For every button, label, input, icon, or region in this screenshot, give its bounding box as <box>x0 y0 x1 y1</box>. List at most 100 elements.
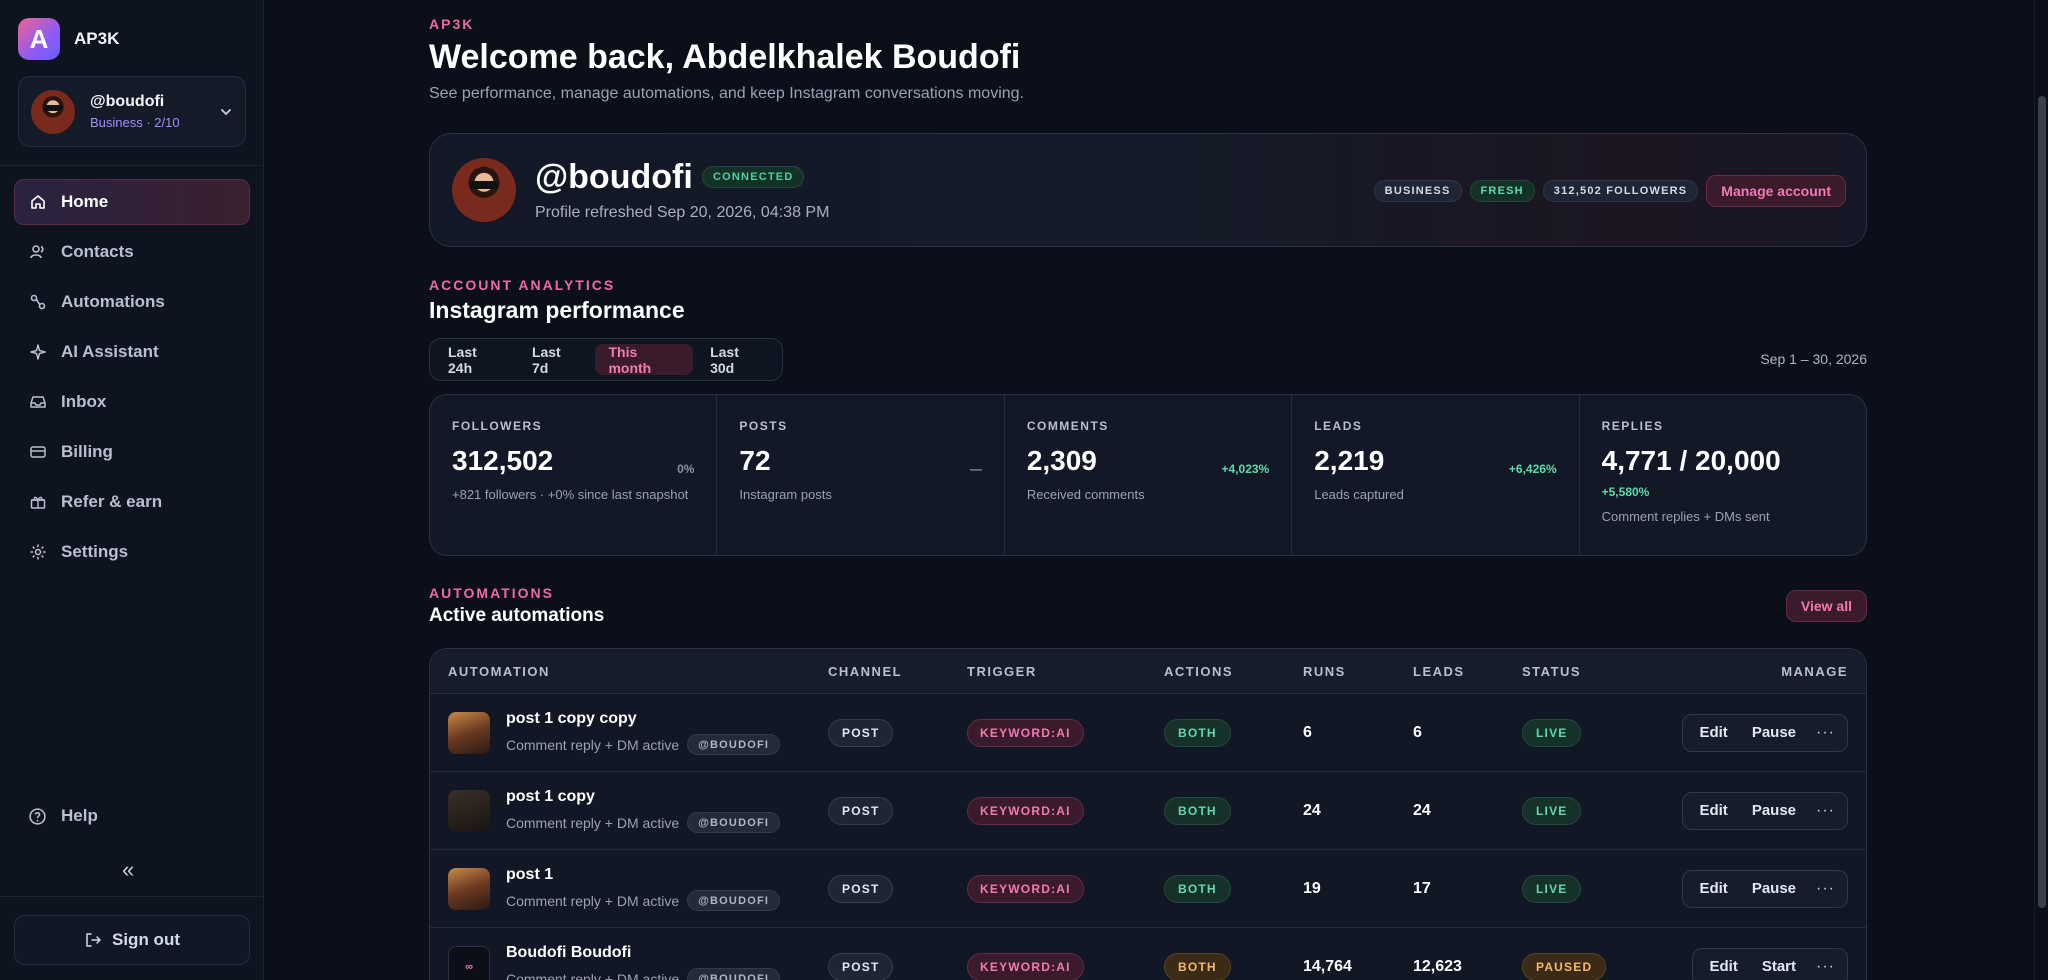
tab-last-24h[interactable]: Last 24h <box>435 344 515 376</box>
page-subtitle: See performance, manage automations, and… <box>429 85 1024 102</box>
manage-actions: Edit Pause ··· <box>1682 869 1848 908</box>
stat-label: POSTS <box>739 419 788 433</box>
stat-value: 72 <box>739 445 771 476</box>
table-row[interactable]: ∞ Boudofi Boudofi Comment reply + DM act… <box>430 928 1866 980</box>
contacts-icon <box>30 245 44 259</box>
edit-button[interactable]: Edit <box>1697 958 1749 975</box>
view-all-button[interactable]: View all <box>1785 590 1867 622</box>
status-badge: LIVE <box>1522 718 1582 747</box>
sidebar-divider <box>0 165 264 166</box>
automation-name[interactable]: Boudofi Boudofi <box>506 944 780 962</box>
sidebar-item-automations[interactable]: Automations <box>14 279 250 325</box>
page-title: Welcome back, Abdelkhalek Boudofi <box>429 38 1021 76</box>
start-button[interactable]: Start <box>1750 958 1808 975</box>
manage-account-button[interactable]: Manage account <box>1706 175 1846 207</box>
help-link[interactable]: Help <box>28 806 98 826</box>
table-row[interactable]: post 1 copy copy Comment reply + DM acti… <box>430 694 1866 772</box>
inbox-icon <box>30 396 46 408</box>
automation-name[interactable]: post 1 copy <box>506 788 780 806</box>
sidebar-item-contacts[interactable]: Contacts <box>14 229 250 275</box>
stat-delta: — <box>969 462 982 476</box>
channel-badge: POST <box>828 718 894 747</box>
sidebar-nav: Home Contacts Automations AI Assistant I… <box>14 179 250 579</box>
stat-label: LEADS <box>1314 419 1363 433</box>
sidebar-item-settings[interactable]: Settings <box>14 529 250 575</box>
stat-label: COMMENTS <box>1026 419 1109 433</box>
stat-delta: +6,426% <box>1508 462 1557 476</box>
account-handle: @boudofi <box>90 93 165 110</box>
collapse-sidebar-button[interactable]: « <box>122 857 134 883</box>
post-thumbnail <box>448 711 490 754</box>
post-thumbnail: ∞ <box>448 945 490 980</box>
sign-out-button[interactable]: Sign out <box>14 915 250 965</box>
tab-this-month[interactable]: This month <box>595 344 694 376</box>
column-header: RUNS <box>1303 663 1346 679</box>
manage-actions: Edit Pause ··· <box>1682 791 1848 830</box>
stat-followers: FOLLOWERS 312,502 0% +821 followers · +0… <box>430 395 718 555</box>
freshness-badge: FRESH <box>1469 180 1535 202</box>
runs-value: 19 <box>1303 879 1321 897</box>
brand[interactable]: A AP3K <box>18 18 119 60</box>
stat-note: Instagram posts <box>739 487 832 502</box>
automation-name[interactable]: post 1 copy copy <box>506 710 780 728</box>
edit-button[interactable]: Edit <box>1687 724 1739 741</box>
leads-value: 17 <box>1413 879 1431 897</box>
table-row[interactable]: post 1 Comment reply + DM active @BOUDOFI… <box>430 850 1866 928</box>
automations-icon <box>30 294 46 310</box>
post-thumbnail <box>448 789 490 832</box>
stat-value: 4,771 / 20,000 <box>1601 445 1781 476</box>
page-scrollbar[interactable] <box>2034 0 2048 980</box>
automation-subtitle: Comment reply + DM active <box>506 970 680 980</box>
sidebar-item-billing[interactable]: Billing <box>14 429 250 475</box>
edit-button[interactable]: Edit <box>1687 880 1739 897</box>
sign-out-icon <box>86 933 101 947</box>
sidebar-item-label: Automations <box>61 292 165 311</box>
stat-delta: 0% <box>677 462 695 476</box>
column-header: CHANNEL <box>828 663 903 679</box>
account-plan: Business · 2/10 <box>90 115 180 130</box>
account-handle-badge: @BOUDOFI <box>687 734 781 755</box>
runs-value: 6 <box>1303 723 1312 741</box>
table-row[interactable]: post 1 copy Comment reply + DM active @BO… <box>430 772 1866 850</box>
stat-posts: POSTS 72 — Instagram posts <box>717 395 1005 555</box>
sidebar-item-inbox[interactable]: Inbox <box>14 379 250 425</box>
column-header: ACTIONS <box>1164 663 1233 679</box>
scrollbar-thumb[interactable] <box>2038 96 2046 908</box>
edit-button[interactable]: Edit <box>1687 802 1739 819</box>
column-header: AUTOMATION <box>448 663 550 679</box>
brand-logo: A <box>18 18 60 60</box>
pause-button[interactable]: Pause <box>1740 724 1808 741</box>
sidebar-item-refer[interactable]: Refer & earn <box>14 479 250 525</box>
column-header: STATUS <box>1522 663 1582 679</box>
trigger-badge: KEYWORD:AI <box>967 952 1084 980</box>
automation-name[interactable]: post 1 <box>506 866 780 884</box>
analytics-title: Instagram performance <box>429 297 685 323</box>
channel-badge: POST <box>828 874 894 903</box>
more-options-icon[interactable]: ··· <box>1808 724 1843 742</box>
pause-button[interactable]: Pause <box>1740 802 1808 819</box>
sidebar-item-label: Refer & earn <box>61 492 163 511</box>
sidebar-item-home[interactable]: Home <box>14 179 250 225</box>
status-badge: LIVE <box>1522 874 1582 903</box>
sidebar-item-ai-assistant[interactable]: AI Assistant <box>14 329 250 375</box>
profile-handle: @boudofi <box>535 158 693 196</box>
column-header: TRIGGER <box>967 663 1037 679</box>
channel-badge: POST <box>828 796 894 825</box>
more-options-icon[interactable]: ··· <box>1808 958 1843 976</box>
more-options-icon[interactable]: ··· <box>1808 880 1843 898</box>
automations-title: Active automations <box>429 605 605 626</box>
automations-eyebrow: AUTOMATIONS <box>429 585 554 601</box>
tab-last-30d[interactable]: Last 30d <box>697 344 777 376</box>
pause-button[interactable]: Pause <box>1740 880 1808 897</box>
date-range-label: Sep 1 – 30, 2026 <box>1760 351 1867 367</box>
account-type-badge: BUSINESS <box>1373 180 1462 202</box>
more-options-icon[interactable]: ··· <box>1808 802 1843 820</box>
sidebar-item-label: Settings <box>61 542 129 561</box>
actions-badge: BOTH <box>1164 718 1231 747</box>
sidebar: A AP3K @boudofi Business · 2/10 Home Con… <box>0 0 264 980</box>
sidebar-item-label: Home <box>61 192 109 211</box>
account-switcher[interactable]: @boudofi Business · 2/10 <box>18 76 246 147</box>
actions-badge: BOTH <box>1164 796 1231 825</box>
runs-value: 24 <box>1303 801 1321 819</box>
tab-last-7d[interactable]: Last 7d <box>519 344 592 376</box>
